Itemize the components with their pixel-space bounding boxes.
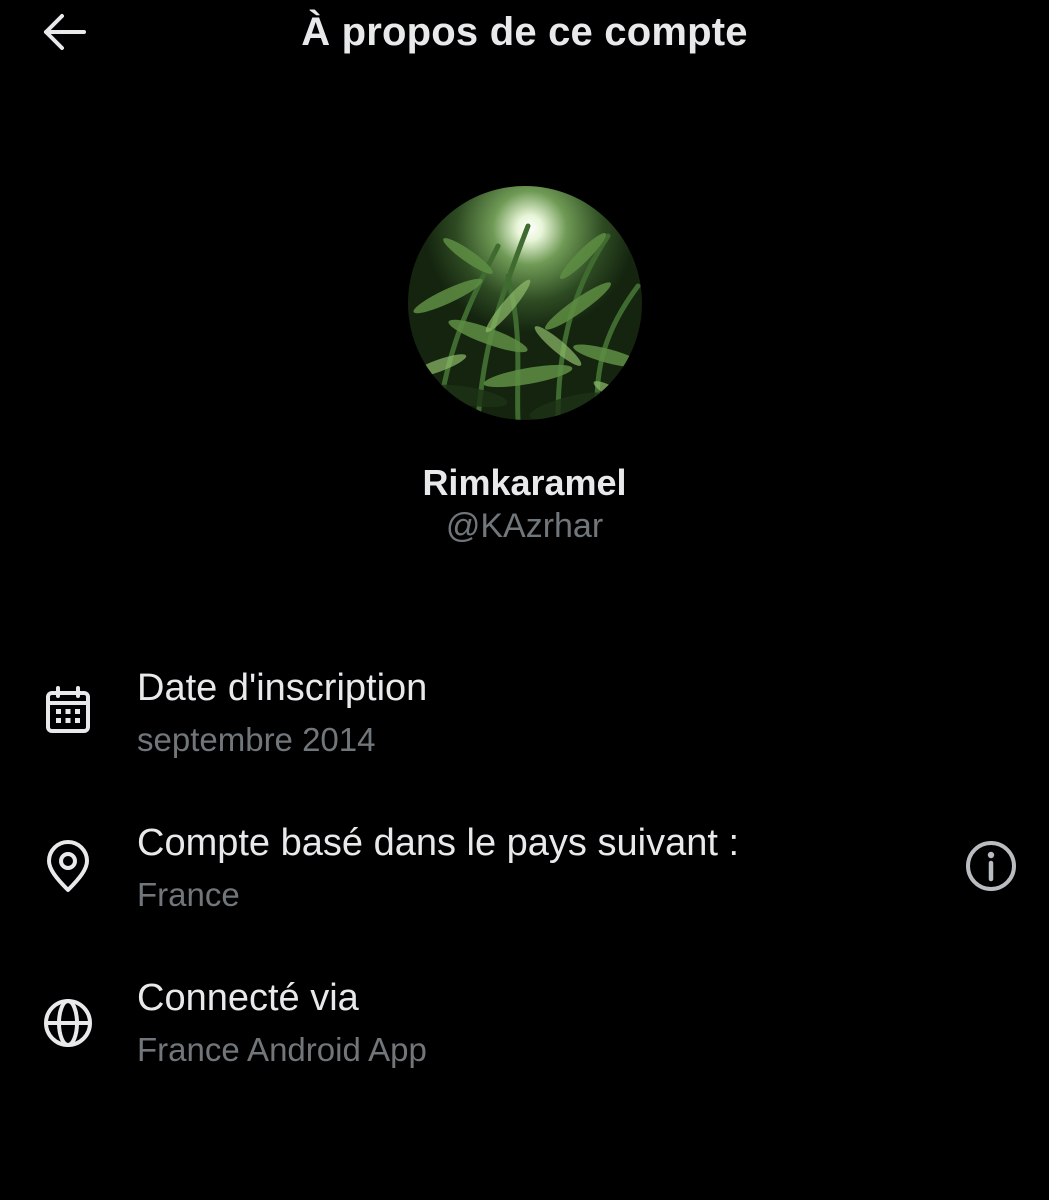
info-icon: [962, 837, 1020, 895]
user-handle: @KAzrhar: [445, 507, 604, 545]
display-name: Rimkaramel: [422, 462, 627, 503]
connected-via-row: Connecté via France Android App: [0, 974, 1049, 1094]
connected-via-label: Connecté via: [137, 977, 359, 1019]
calendar-icon: [40, 684, 96, 740]
account-country-value: France: [137, 876, 240, 913]
join-date-label: Date d'inscription: [137, 667, 428, 709]
join-date-row: Date d'inscription septembre 2014: [0, 664, 1049, 784]
location-pin-icon: [40, 839, 96, 895]
account-country-label: Compte basé dans le pays suivant :: [137, 822, 740, 864]
account-country-row: Compte basé dans le pays suivant : Franc…: [0, 819, 1049, 939]
avatar[interactable]: [408, 186, 642, 420]
connected-via-value: France Android App: [137, 1031, 427, 1068]
join-date-value: septembre 2014: [137, 721, 376, 758]
page-title: À propos de ce compte: [301, 10, 748, 54]
info-button[interactable]: [962, 837, 1020, 895]
globe-icon: [40, 995, 96, 1051]
